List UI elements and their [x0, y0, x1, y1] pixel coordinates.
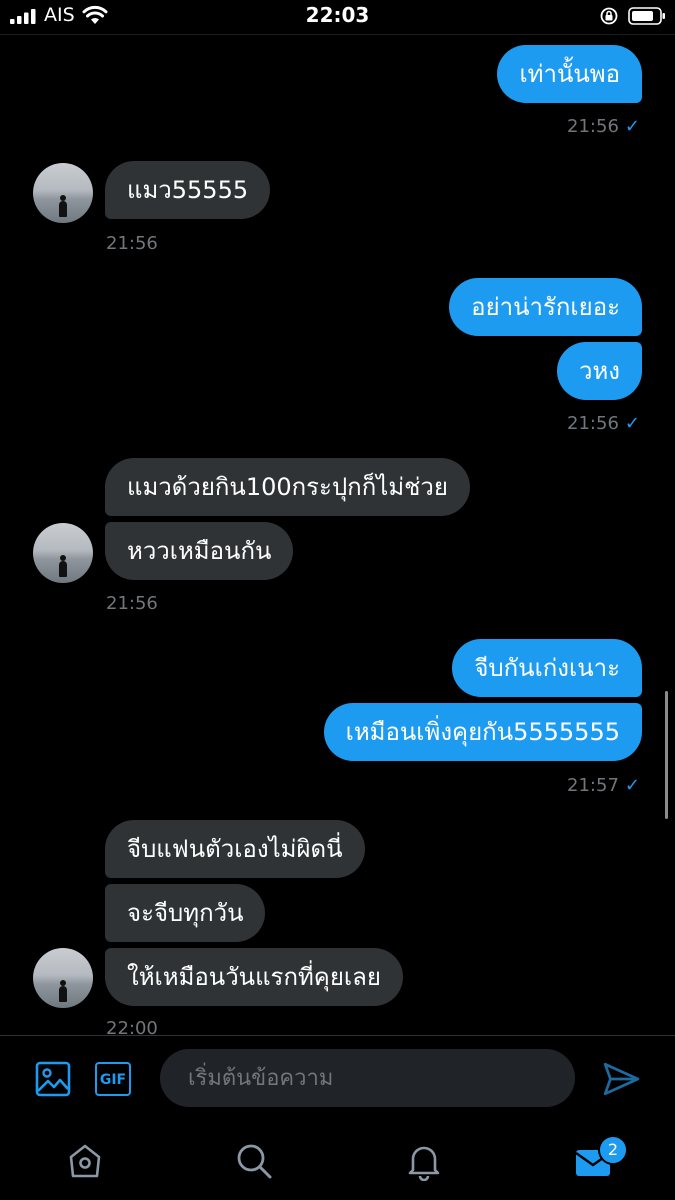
message-bubble-out[interactable]: เท่านั้นพอ	[497, 45, 642, 103]
scrollbar[interactable]	[665, 691, 668, 819]
timestamp-text: 21:57	[567, 775, 619, 796]
read-check-icon: ✓	[624, 413, 640, 434]
battery-icon	[628, 7, 665, 25]
gif-label: GIF	[99, 1072, 127, 1088]
messages-badge: 2	[598, 1135, 628, 1165]
orientation-lock-icon	[600, 7, 618, 25]
tab-notifications[interactable]	[404, 1141, 444, 1182]
message-input[interactable]	[160, 1049, 575, 1107]
avatar[interactable]	[33, 523, 93, 583]
tab-search[interactable]	[234, 1141, 274, 1181]
gif-icon[interactable]: GIF	[95, 1062, 131, 1096]
message-bubble-in[interactable]: จีบแฟนตัวเองไม่ผิดนี่	[105, 820, 365, 878]
wifi-icon	[82, 5, 108, 24]
message-timestamp: 21:57 ✓	[567, 775, 640, 796]
timestamp-text: 21:56	[567, 116, 619, 137]
message-bubble-in[interactable]: ให้เหมือนวันแรกที่คุยเลย	[105, 948, 403, 1006]
message-bubble-out[interactable]: วหง	[556, 342, 642, 400]
message-bubble-in[interactable]: หววเหมือนกัน	[105, 522, 294, 580]
message-bubble-out[interactable]: อย่าน่ารักเยอะ	[449, 278, 642, 336]
read-check-icon: ✓	[624, 116, 640, 137]
message-bubble-out[interactable]: เหมือนเพิ่งคุยกัน5555555	[323, 703, 642, 761]
tab-home[interactable]	[65, 1141, 105, 1181]
avatar[interactable]	[33, 948, 93, 1008]
message-timestamp: 22:00	[106, 1018, 158, 1035]
message-bubble-in[interactable]: แมวด้วยกิน100กระปุกก็ไม่ช่วย	[105, 458, 470, 516]
status-bar: AIS 22:03	[0, 0, 675, 34]
notifications-icon	[408, 1146, 440, 1182]
carrier-name: AIS	[44, 4, 75, 26]
message-bubble-in[interactable]: แมว55555	[105, 161, 271, 219]
image-icon[interactable]	[35, 1061, 71, 1097]
signal-icon	[10, 9, 36, 24]
message-timestamp: 21:56 ✓	[567, 116, 640, 137]
search-icon	[237, 1144, 272, 1179]
message-bubble-out[interactable]: จีบกันเก่งเนาะ	[452, 639, 642, 697]
conversation[interactable]: เท่านั้นพอ 21:56 ✓ แมว55555 21:56 อย่าน่า…	[0, 35, 675, 1035]
read-check-icon: ✓	[624, 775, 640, 796]
message-timestamp: 21:56 ✓	[567, 413, 640, 434]
send-icon[interactable]	[602, 1060, 640, 1098]
message-timestamp: 21:56	[106, 593, 158, 614]
message-bubble-in[interactable]: จะจีบทุกวัน	[105, 884, 266, 942]
home-icon	[69, 1144, 101, 1178]
tab-bar: 2	[0, 1123, 675, 1200]
message-timestamp: 21:56	[106, 233, 158, 254]
timestamp-text: 21:56	[567, 413, 619, 434]
message-composer: GIF	[0, 1035, 675, 1124]
avatar[interactable]	[33, 163, 93, 223]
